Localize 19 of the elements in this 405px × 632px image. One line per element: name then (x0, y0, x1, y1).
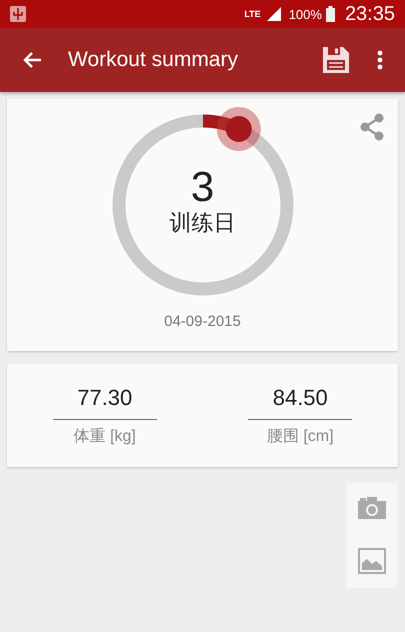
save-icon[interactable] (323, 47, 349, 73)
clock: 23:35 (344, 2, 395, 26)
measurement-value[interactable]: 84.50 (248, 384, 352, 420)
screen-title: Workout summary (68, 48, 239, 72)
measurement-label: 腰围 [cm] (266, 426, 334, 446)
network-label: LTE (244, 9, 261, 19)
signal-icon (266, 7, 281, 21)
usb-icon (10, 6, 26, 22)
share-icon[interactable] (358, 113, 386, 141)
more-options-icon[interactable] (377, 50, 383, 70)
training-day-label: 训练日 (170, 209, 236, 237)
training-day-count: 3 (190, 166, 214, 208)
measurement-value[interactable]: 77.30 (52, 384, 157, 420)
back-arrow-icon[interactable] (22, 51, 42, 69)
progress-thumb[interactable] (216, 107, 260, 151)
battery-percent: 100% (288, 6, 322, 22)
measurement-label: 体重 [kg] (74, 426, 136, 446)
battery-icon (326, 6, 335, 22)
workout-date: 04-09-2015 (164, 313, 241, 330)
